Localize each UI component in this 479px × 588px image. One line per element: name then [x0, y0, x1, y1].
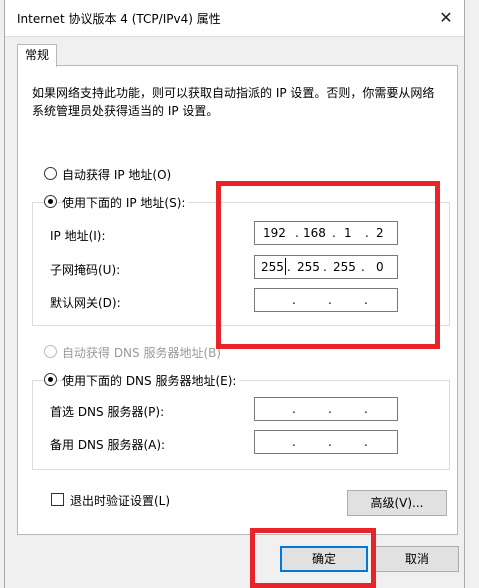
cancel-button[interactable]: 取消	[375, 546, 459, 572]
subnet-octet-1: 255	[261, 260, 284, 274]
gateway-dot: .	[292, 293, 296, 307]
background-window-right	[465, 0, 479, 588]
validate-label[interactable]: 退出时验证设置(L)	[70, 492, 170, 509]
title-bar[interactable]: Internet 协议版本 4 (TCP/IPv4) 属性 ✕	[5, 0, 464, 37]
gateway-label: 默认网关(D):	[50, 296, 121, 310]
subnet-octet-3: 255	[333, 260, 356, 274]
ip-address-input[interactable]: 192 . 168 . 1 . 2	[254, 221, 398, 245]
gateway-dot: .	[328, 293, 332, 307]
ip-dot: .	[332, 226, 336, 240]
tab-general[interactable]: 常规	[17, 44, 57, 67]
preferred-dot: .	[328, 402, 332, 416]
close-icon[interactable]: ✕	[432, 4, 460, 32]
ip-address-label: IP 地址(I):	[50, 229, 106, 243]
gateway-input[interactable]: . . .	[254, 288, 398, 312]
ip-octet-3: 1	[344, 226, 352, 240]
alternate-dot: .	[364, 435, 368, 449]
subnet-dot: .	[361, 260, 365, 274]
manual-ip-radio[interactable]	[44, 195, 57, 208]
ip-octet-1: 192	[263, 226, 286, 240]
dns-settings-group	[32, 380, 450, 470]
general-panel: 如果网络支持此功能，则可以获取自动指派的 IP 设置。否则，你需要从网络系统管理…	[17, 65, 458, 535]
preferred-dot: .	[292, 402, 296, 416]
ip-octet-2: 168	[303, 226, 326, 240]
manual-dns-label[interactable]: 使用下面的 DNS 服务器地址(E):	[62, 372, 240, 389]
alternate-dns-label: 备用 DNS 服务器(A):	[50, 438, 166, 452]
manual-ip-label[interactable]: 使用下面的 IP 地址(S):	[62, 194, 189, 211]
ok-button[interactable]: 确定	[280, 546, 368, 572]
alternate-dot: .	[328, 435, 332, 449]
manual-dns-radio[interactable]	[44, 373, 57, 386]
validate-checkbox[interactable]	[51, 493, 64, 506]
subnet-octet-2: 255	[297, 260, 320, 274]
gateway-dot: .	[364, 293, 368, 307]
alternate-dns-input[interactable]: . . .	[254, 430, 398, 454]
ip-dot: .	[365, 226, 369, 240]
subnet-octet-4: 0	[376, 260, 384, 274]
auto-ip-radio[interactable]	[44, 167, 57, 180]
advanced-button[interactable]: 高级(V)...	[347, 490, 447, 516]
text-cursor	[285, 258, 286, 275]
subnet-dot: .	[323, 260, 327, 274]
auto-dns-label[interactable]: 自动获得 DNS 服务器地址(B)	[62, 344, 221, 361]
ip-dot: .	[295, 226, 299, 240]
subnet-mask-input[interactable]: 255 . 255 . 255 . 0	[254, 255, 398, 279]
alternate-dot: .	[292, 435, 296, 449]
auto-ip-label[interactable]: 自动获得 IP 地址(O)	[62, 166, 171, 183]
preferred-dns-label: 首选 DNS 服务器(P):	[50, 405, 165, 419]
preferred-dot: .	[364, 402, 368, 416]
subnet-dot: .	[287, 260, 291, 274]
description-text: 如果网络支持此功能，则可以获取自动指派的 IP 设置。否则，你需要从网络系统管理…	[32, 86, 435, 118]
preferred-dns-input[interactable]: . . .	[254, 397, 398, 421]
window-title: Internet 协议版本 4 (TCP/IPv4) 属性	[17, 12, 221, 26]
ip-octet-4: 2	[376, 226, 384, 240]
subnet-mask-label: 子网掩码(U):	[50, 263, 121, 277]
auto-dns-radio[interactable]	[44, 345, 57, 358]
ipv4-properties-dialog: Internet 协议版本 4 (TCP/IPv4) 属性 ✕ 常规 如果网络支…	[4, 0, 465, 588]
